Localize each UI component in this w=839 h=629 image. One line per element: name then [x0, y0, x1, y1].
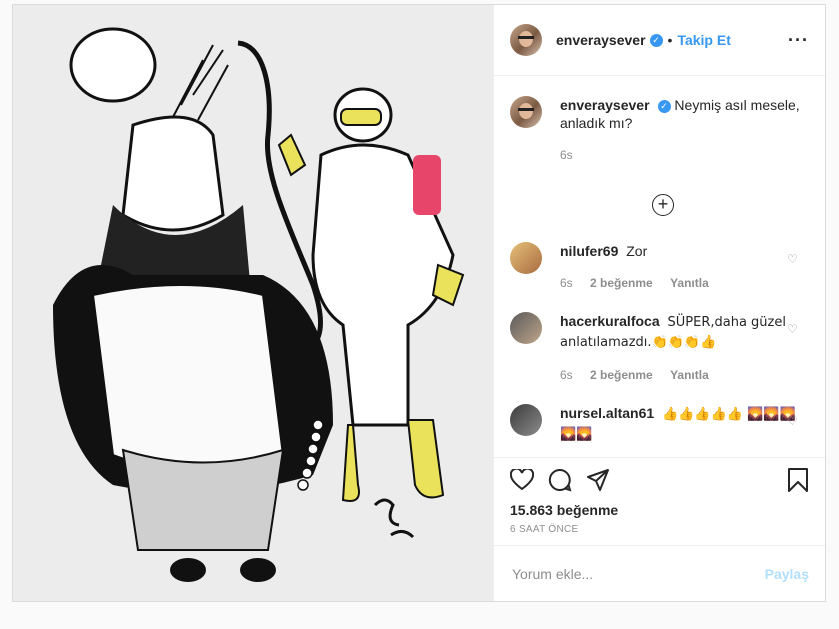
share-icon[interactable]: [586, 468, 610, 497]
avatar[interactable]: [510, 24, 542, 56]
comment-icon[interactable]: [548, 468, 572, 497]
follow-button[interactable]: Takip Et: [677, 32, 730, 48]
heart-icon[interactable]: ♡: [787, 252, 799, 266]
comment-username[interactable]: hacerkuralfoca: [560, 313, 660, 329]
comment-likes[interactable]: 2 beğenme: [590, 276, 653, 290]
cartoon-illustration: [13, 5, 493, 601]
comment-username[interactable]: nilufer69: [560, 243, 618, 259]
separator-dot: •: [667, 32, 673, 48]
comment-likes[interactable]: 2 beğenme: [590, 368, 653, 382]
save-icon[interactable]: [787, 467, 809, 497]
author-username[interactable]: enveraysever: [556, 32, 646, 48]
caption-username[interactable]: enveraysever: [560, 97, 650, 113]
comments-section: enveraysever ✓ Neymiş asıl mesele, anladı…: [494, 76, 825, 457]
list-item: nursel.altan61 👍👍👍👍👍 🌄🌄🌄🌄🌄 ♡: [510, 404, 809, 444]
post-sidebar: enveraysever ✓ • Takip Et ··· enveraysev…: [494, 5, 825, 601]
avatar[interactable]: [510, 242, 542, 274]
post-comment-button[interactable]: Paylaş: [765, 566, 809, 582]
post-actions: 15.863 beğenme 6 SAAT ÖNCE: [494, 457, 825, 545]
post-time[interactable]: 6 SAAT ÖNCE: [510, 524, 809, 535]
add-comment-bar: Paylaş: [494, 545, 825, 601]
avatar[interactable]: [510, 312, 542, 344]
reply-button[interactable]: Yanıtla: [670, 368, 709, 382]
verified-icon: ✓: [657, 100, 671, 113]
comment-age[interactable]: 6s: [560, 368, 573, 382]
comment-text: Zor: [626, 243, 648, 259]
likes-count[interactable]: 15.863 beğenme: [510, 502, 809, 518]
list-item: nilufer69 Zor 6s 2 beğenme Yanıtla ♡: [510, 242, 809, 292]
add-icon[interactable]: +: [652, 194, 674, 216]
heart-icon[interactable]: ♡: [787, 414, 799, 428]
post-header: enveraysever ✓ • Takip Et ···: [494, 5, 825, 76]
caption: enveraysever ✓ Neymiş asıl mesele, anladı…: [510, 96, 809, 164]
instagram-post: enveraysever ✓ • Takip Et ··· enveraysev…: [12, 4, 826, 602]
post-image[interactable]: [13, 5, 494, 601]
reply-button[interactable]: Yanıtla: [670, 276, 709, 290]
avatar[interactable]: [510, 404, 542, 436]
caption-age: 6s: [560, 148, 573, 162]
list-item: hacerkuralfoca SÜPER,daha güzel anlatıla…: [510, 312, 809, 384]
verified-icon: ✓: [649, 33, 663, 47]
avatar[interactable]: [510, 96, 542, 128]
heart-icon[interactable]: [509, 467, 535, 496]
comment-username[interactable]: nursel.altan61: [560, 405, 654, 421]
more-options-icon[interactable]: ···: [788, 30, 809, 51]
comment-input[interactable]: [510, 564, 765, 583]
comment-age[interactable]: 6s: [560, 276, 573, 290]
heart-icon[interactable]: ♡: [787, 322, 799, 336]
